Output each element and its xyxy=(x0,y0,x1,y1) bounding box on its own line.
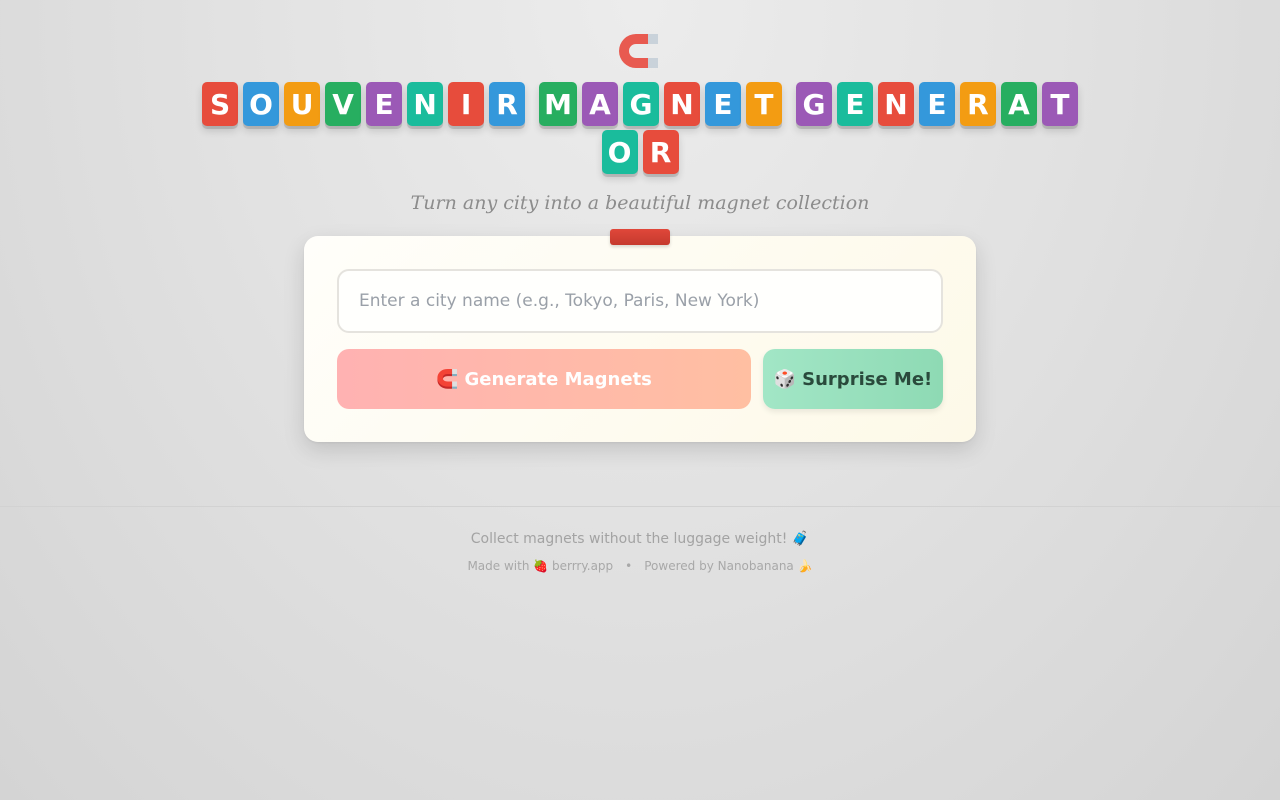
title-letter-tile: G xyxy=(622,82,659,126)
title-letter-tile: R xyxy=(489,82,526,126)
title-letter-tile: T xyxy=(745,82,782,126)
title-letter-tile: N xyxy=(407,82,444,126)
generate-magnets-button[interactable]: 🧲 Generate Magnets xyxy=(337,349,751,409)
title-letter-tile: E xyxy=(704,82,741,126)
title-letter-tile: A xyxy=(581,82,618,126)
title-word: MAGNET xyxy=(539,82,782,126)
title-letter-tile: V xyxy=(325,82,362,126)
card-clip xyxy=(610,229,670,245)
magnet-icon xyxy=(619,34,658,68)
title-word: SOUVENIR xyxy=(202,82,526,126)
magnet-icon: 🧲 xyxy=(436,368,459,390)
title-letter-tile: N xyxy=(663,82,700,126)
title-letter-tile: E xyxy=(836,82,873,126)
title-letter-tile: T xyxy=(1041,82,1078,126)
title-word: OR xyxy=(601,130,679,174)
dice-icon: 🎲 xyxy=(773,368,797,390)
city-input[interactable] xyxy=(337,269,943,333)
footer-meta: Made with 🍓 berrry.app • Powered by Nanoba… xyxy=(0,559,1280,573)
title-word: GENERAT xyxy=(795,82,1078,126)
title-letter-tile: N xyxy=(877,82,914,126)
page-title: SOUVENIRMAGNETGENERAT xyxy=(0,82,1280,126)
made-with-link[interactable]: Made with 🍓 berrry.app xyxy=(467,559,613,573)
surprise-label: Surprise Me! xyxy=(802,368,933,390)
footer-separator: • xyxy=(625,559,633,573)
title-letter-tile: S xyxy=(202,82,239,126)
powered-by-link[interactable]: Powered by Nanobanana 🍌 xyxy=(644,559,812,573)
title-letter-tile: G xyxy=(795,82,832,126)
page-title-wrap: OR xyxy=(0,130,1280,174)
title-letter-tile: U xyxy=(284,82,321,126)
title-letter-tile: M xyxy=(539,82,577,126)
title-letter-tile: O xyxy=(243,82,280,126)
footer-divider xyxy=(0,506,1280,507)
surprise-me-button[interactable]: 🎲 Surprise Me! xyxy=(763,349,943,409)
subtitle: Turn any city into a beautiful magnet co… xyxy=(410,192,870,214)
title-letter-tile: O xyxy=(601,130,638,174)
footer-tagline: Collect magnets without the luggage weig… xyxy=(470,531,810,547)
generate-label: Generate Magnets xyxy=(464,368,652,390)
title-letter-tile: R xyxy=(642,130,679,174)
title-letter-tile: E xyxy=(918,82,955,126)
title-letter-tile: E xyxy=(366,82,403,126)
title-letter-tile: R xyxy=(959,82,996,126)
title-letter-tile: I xyxy=(448,82,485,126)
title-letter-tile: A xyxy=(1000,82,1037,126)
generator-card: 🧲 Generate Magnets 🎲 Surprise Me! xyxy=(304,236,976,442)
